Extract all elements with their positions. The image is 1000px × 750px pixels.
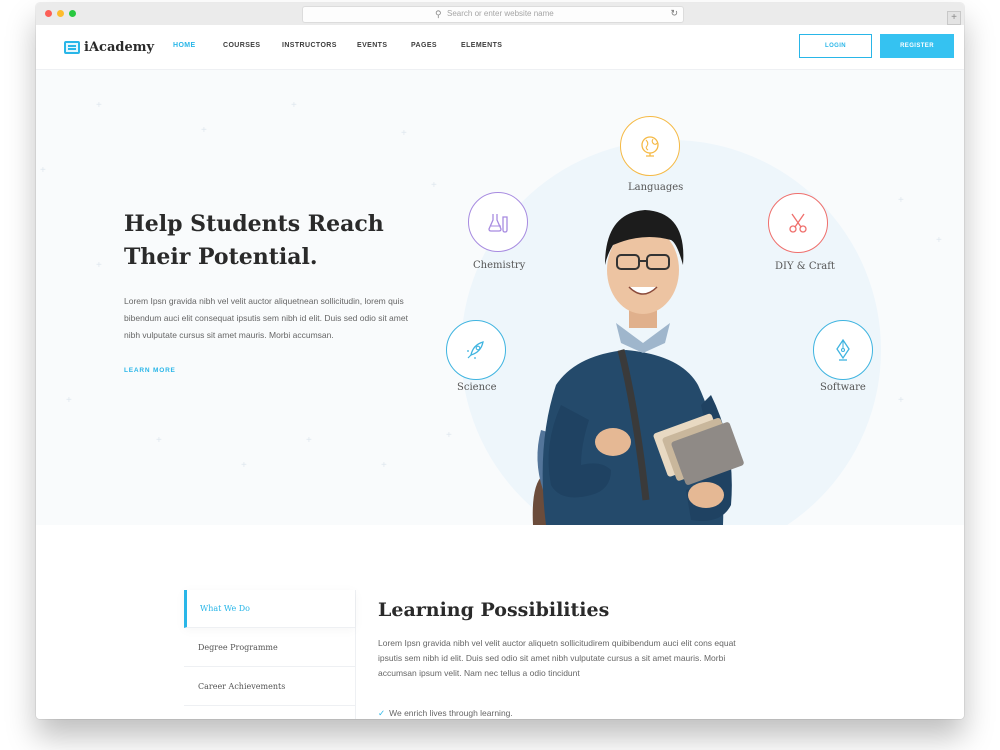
background-pattern: +: [291, 100, 297, 111]
scissors-icon: [789, 213, 807, 233]
tab-label: Degree Programme: [198, 643, 278, 652]
category-languages[interactable]: [620, 116, 680, 176]
hero-description: Lorem Ipsn gravida nibh vel velit auctor…: [124, 296, 408, 340]
nav-item-home[interactable]: HOME: [173, 42, 196, 49]
background-pattern: +: [66, 395, 72, 406]
browser-window: ⚲ Search or enter website name ↻ + iAcad…: [36, 3, 964, 719]
hero-title-line: Their Potential.: [124, 244, 318, 270]
register-button[interactable]: REGISTER: [880, 34, 954, 58]
tab-label: Career Achievements: [198, 682, 286, 691]
section-description: Lorem Ipsn gravida nibh vel velit auctor…: [378, 638, 736, 678]
nav-item-courses[interactable]: COURSES: [223, 42, 260, 49]
search-icon: ⚲: [435, 9, 442, 19]
background-pattern: +: [241, 460, 247, 471]
category-science[interactable]: [446, 320, 506, 380]
category-label: Science: [457, 382, 497, 393]
check-icon: ✓: [378, 708, 386, 718]
background-pattern: +: [936, 235, 942, 246]
feature-list-item: ✓ We enrich lives through learning.: [378, 708, 513, 719]
background-pattern: +: [96, 260, 102, 271]
hero-title-line: Help Students Reach: [124, 211, 384, 237]
student-image: [532, 210, 744, 525]
logo[interactable]: iAcademy: [64, 37, 154, 57]
globe-icon: [641, 136, 659, 157]
category-chemistry[interactable]: [468, 192, 528, 252]
background-pattern: +: [201, 125, 207, 136]
book-icon: [64, 40, 80, 54]
background-pattern: +: [381, 460, 387, 471]
background-pattern: +: [446, 430, 452, 441]
tab-label: What We Do: [200, 604, 250, 613]
brand-name: iAcademy: [84, 39, 155, 55]
hero-section: + + + + + + + + + + + + + + + + Help Stu…: [36, 70, 964, 525]
site-header: iAcademy HOME COURSES INSTRUCTORS EVENTS…: [36, 25, 964, 70]
background-pattern: +: [96, 100, 102, 111]
category-label: Software: [820, 382, 866, 393]
category-software[interactable]: [813, 320, 873, 380]
hero-title: Help Students Reach Their Potential.: [124, 208, 424, 274]
tab-what-we-do[interactable]: What We Do: [184, 590, 355, 628]
close-window-button[interactable]: [45, 10, 52, 17]
nav-item-events[interactable]: EVENTS: [357, 42, 387, 49]
browser-toolbar: ⚲ Search or enter website name ↻ +: [36, 3, 964, 26]
background-pattern: +: [431, 180, 437, 191]
nav-item-instructors[interactable]: INSTRUCTORS: [282, 42, 337, 49]
minimize-window-button[interactable]: [57, 10, 64, 17]
background-pattern: +: [156, 435, 162, 446]
pen-nib-icon: [836, 338, 850, 361]
learning-tabs: What We Do Degree Programme Career Achie…: [184, 590, 356, 719]
category-diy-craft[interactable]: [768, 193, 828, 253]
login-button[interactable]: LOGIN: [799, 34, 872, 58]
background-pattern: +: [306, 435, 312, 446]
section-title: Learning Possibilities: [378, 599, 610, 621]
address-placeholder: Search or enter website name: [447, 9, 554, 18]
flask-icon: [488, 214, 508, 233]
address-bar[interactable]: ⚲ Search or enter website name ↻: [302, 6, 684, 23]
background-pattern: +: [401, 128, 407, 139]
category-label: Chemistry: [473, 260, 526, 271]
nav-item-elements[interactable]: ELEMENTS: [461, 42, 502, 49]
tab-degree-programme[interactable]: Degree Programme: [184, 629, 355, 667]
reload-icon[interactable]: ↻: [670, 8, 678, 19]
learn-more-link[interactable]: LEARN MORE: [124, 367, 176, 374]
feature-text: We enrich lives through learning.: [389, 708, 513, 718]
background-pattern: +: [40, 165, 46, 176]
category-label: Languages: [628, 182, 684, 193]
category-label: DIY & Craft: [775, 261, 835, 272]
background-pattern: +: [898, 195, 904, 206]
background-pattern: +: [898, 395, 904, 406]
maximize-window-button[interactable]: [69, 10, 76, 17]
learning-section: What We Do Degree Programme Career Achie…: [36, 525, 964, 719]
new-tab-button[interactable]: +: [947, 11, 961, 25]
nav-item-pages[interactable]: PAGES: [411, 42, 437, 49]
rocket-icon: [467, 341, 484, 359]
tab-career-achievements[interactable]: Career Achievements: [184, 668, 355, 706]
